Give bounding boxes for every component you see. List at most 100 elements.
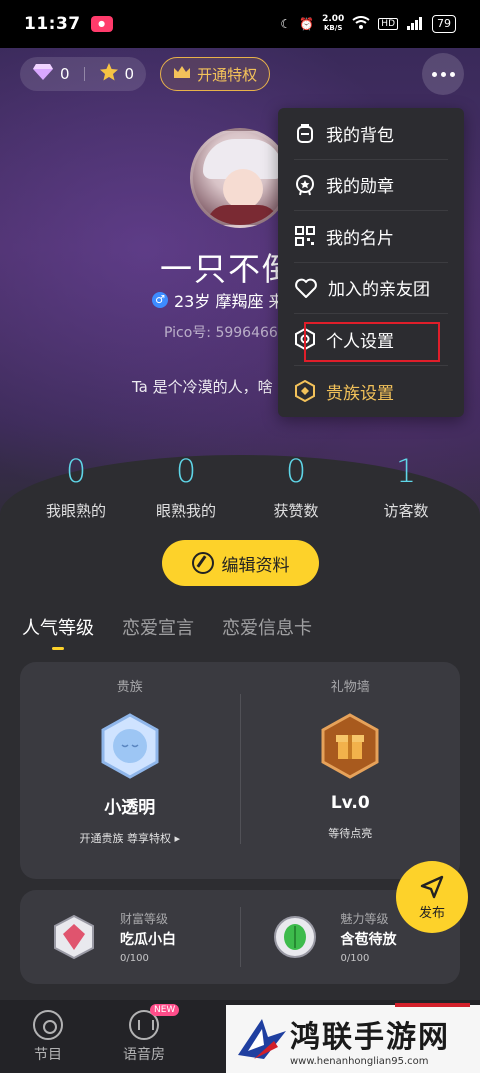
menu-label: 个人设置 [326, 331, 394, 352]
watermark-text: 鸿联手游网 www.henanhonglian95.com [290, 1012, 450, 1067]
crown-icon [173, 65, 191, 83]
moon-icon: ☾ [280, 17, 292, 31]
more-dot [440, 71, 446, 77]
menu-item-noble-settings[interactable]: 贵族设置 [294, 366, 448, 418]
profile-nickname: 一只不倒 [160, 250, 297, 288]
star-icon [99, 62, 119, 86]
nav-label: 节目 [34, 1047, 62, 1063]
tab-love-info-card[interactable]: 恋爱信息卡 [222, 614, 312, 640]
stat-knows-me[interactable]: 0 眼熟我的 [136, 452, 236, 521]
tab-popularity-level[interactable]: 人气等级 [22, 614, 94, 650]
edit-profile-label: 编辑资料 [221, 555, 290, 576]
menu-item-card[interactable]: 我的名片 [294, 211, 448, 263]
watermark-accent [395, 1003, 470, 1007]
status-icons: ☾ ⏰ 2.00 KB/S HD 79 [280, 15, 456, 33]
star-count: 0 [124, 65, 135, 83]
stat-likes[interactable]: 0 获赞数 [246, 452, 346, 521]
nav-programs[interactable]: 节目 [0, 1010, 96, 1064]
charm-progress: 0/100 [340, 953, 370, 964]
nav-label: 语音房 [123, 1047, 165, 1063]
stat-value: 1 [395, 452, 417, 490]
open-privilege-label: 开通特权 [197, 65, 258, 84]
medal-icon [296, 174, 314, 195]
avatar-face [223, 169, 263, 209]
settings-hex-icon [295, 328, 315, 351]
stat-label: 访客数 [383, 502, 429, 520]
battery-indicator: 79 [432, 15, 456, 33]
app-notification-icon: ● [90, 16, 113, 32]
noble-title: 小透明 [104, 798, 156, 818]
stat-known-by-me[interactable]: 0 我眼熟的 [26, 452, 126, 521]
stat-label: 眼熟我的 [155, 502, 216, 520]
bird-logo-icon [238, 1019, 286, 1059]
qr-card-icon [295, 226, 315, 247]
backpack-icon [297, 124, 313, 144]
edit-icon [191, 552, 214, 574]
male-gender-icon: ♂ [152, 292, 168, 308]
signal-icon [406, 16, 424, 33]
avatar[interactable] [190, 128, 290, 228]
wealth-level[interactable]: 财富等级 吃瓜小白 0/100 [20, 910, 240, 964]
nav-voice-room[interactable]: NEW 语音房 [96, 1004, 192, 1064]
menu-item-backpack[interactable]: 我的背包 [294, 108, 448, 160]
menu-label: 我的背包 [326, 125, 394, 146]
gift-wall-section[interactable]: 礼物墙 Lv.0 等待点亮 [241, 662, 461, 879]
menu-label: 贵族设置 [326, 383, 394, 404]
menu-label: 我的勋章 [326, 177, 394, 198]
pico-id: Pico号: 5996466 [164, 325, 278, 341]
publish-button[interactable]: 发布 [396, 861, 468, 933]
hearts-icon [295, 278, 317, 298]
menu-label: 加入的亲友团 [328, 280, 430, 301]
charm-name: 含苞待放 [340, 932, 397, 948]
wallet-pill[interactable]: 0 0 [20, 57, 147, 91]
menu-item-friend-groups[interactable]: 加入的亲友团 [294, 263, 448, 314]
edit-profile-button[interactable]: 编辑资料 [162, 540, 319, 586]
net-speed: 2.00 KB/S [322, 14, 345, 33]
more-dot [431, 71, 437, 77]
wallet-divider [83, 67, 85, 81]
stat-value: 0 [175, 452, 197, 490]
gift-level: Lv.0 [330, 793, 370, 813]
wealth-progress: 0/100 [120, 953, 149, 964]
open-privilege-button[interactable]: 开通特权 [160, 57, 271, 91]
noble-section[interactable]: 贵族 小透明 开通贵族 尊享特权 ▸ [20, 662, 240, 879]
more-options-button[interactable] [422, 53, 464, 95]
menu-item-personal-settings[interactable]: 个人设置 [294, 314, 448, 366]
gift-badge-icon [321, 713, 379, 779]
stat-label: 获赞数 [273, 502, 319, 520]
watermark-url: www.henanhonglian95.com [290, 1055, 429, 1067]
menu-label: 我的名片 [326, 228, 394, 249]
gift-wall-caption: 礼物墙 [330, 680, 370, 695]
profile-meta: ♂ 23岁 摩羯座 来 [152, 288, 285, 312]
menu-item-medals[interactable]: 我的勋章 [294, 160, 448, 211]
more-options-menu: 我的背包 我的勋章 我的名片 加入的亲友团 个人设置 贵族设置 [278, 108, 464, 417]
new-badge: NEW [150, 1004, 180, 1016]
profile-top-row: 0 0 开通特权 [20, 53, 464, 95]
diamond-icon [32, 63, 54, 85]
charm-level-text: 魅力等级 含苞待放 0/100 [341, 910, 397, 964]
noble-hex-icon [295, 380, 315, 403]
charm-level-icon [273, 916, 316, 958]
wealth-name: 吃瓜小白 [120, 932, 176, 948]
hd-icon: HD [378, 18, 398, 30]
wealth-caption: 财富等级 [120, 912, 169, 926]
status-bar: 11:37 ● ☾ ⏰ 2.00 KB/S HD 79 [0, 0, 480, 48]
avatar-clothing [207, 205, 279, 225]
stats-row: 0 我眼熟的 0 眼熟我的 0 获赞数 1 访客数 [26, 452, 456, 521]
charm-caption: 魅力等级 [340, 912, 389, 926]
status-time: 11:37 [24, 14, 81, 34]
wealth-level-icon [54, 914, 94, 960]
noble-gift-card: 贵族 小透明 开通贵族 尊享特权 ▸ 礼物墙 Lv.0 等待点亮 [20, 662, 460, 879]
profile-bio: Ta 是个冷漠的人，啥 [132, 378, 273, 396]
stat-label: 我眼熟的 [45, 502, 106, 520]
programs-icon [33, 1010, 63, 1040]
noble-caption: 贵族 [116, 680, 143, 695]
wealth-level-text: 财富等级 吃瓜小白 0/100 [120, 910, 176, 964]
diamond-count: 0 [60, 65, 70, 83]
stat-value: 0 [65, 452, 87, 490]
noble-badge-icon [101, 713, 159, 779]
wifi-icon [352, 15, 370, 33]
site-watermark: 鸿联手游网 www.henanhonglian95.com [226, 1005, 480, 1073]
stat-visitors[interactable]: 1 访客数 [356, 452, 456, 521]
tab-love-declaration[interactable]: 恋爱宣言 [122, 614, 194, 640]
